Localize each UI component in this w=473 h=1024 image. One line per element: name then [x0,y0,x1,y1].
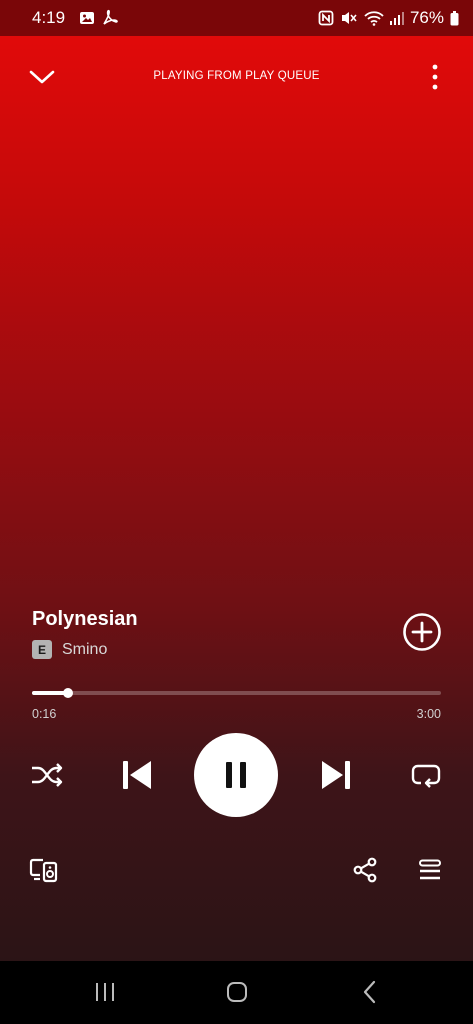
recents-icon[interactable] [90,979,120,1005]
pdf-icon [101,9,119,27]
home-icon[interactable] [222,979,252,1005]
skip-next-icon[interactable] [319,758,353,792]
more-vertical-icon[interactable] [431,64,439,90]
queue-icon[interactable] [416,856,444,884]
artist-name[interactable]: Smino [62,641,107,659]
track-title[interactable]: Polynesian [32,608,138,631]
status-bar-left: 4:19 [32,8,119,28]
status-bar-right: 76% [318,8,459,28]
shuffle-icon[interactable] [30,760,64,790]
progress-track[interactable] [32,691,441,695]
share-icon[interactable] [351,856,379,884]
elapsed-time: 0:16 [32,707,57,721]
pause-icon [224,761,248,789]
explicit-badge: E [32,640,52,659]
bottom-actions [0,850,473,890]
progress-handle[interactable] [63,688,73,698]
back-icon[interactable] [355,979,385,1005]
playing-from-label: PLAYING FROM PLAY QUEUE [153,70,320,82]
track-info: Polynesian E Smino [32,606,442,659]
signal-icon [389,11,404,25]
connect-devices-icon[interactable] [28,856,60,884]
repeat-icon[interactable] [409,760,443,790]
battery-icon [450,10,459,26]
wifi-icon [364,10,384,26]
total-time: 3:00 [416,707,441,721]
status-time: 4:19 [32,8,66,27]
mute-icon [340,10,358,26]
nfc-icon [318,10,334,26]
player-header: PLAYING FROM PLAY QUEUE [0,36,473,118]
pause-button[interactable] [194,733,278,817]
gallery-icon [79,10,95,26]
status-bar: 4:19 76% [0,0,473,36]
add-circle-icon[interactable] [402,612,442,652]
track-meta: E Smino [32,640,107,659]
progress-bar[interactable]: 0:16 3:00 [32,687,441,727]
skip-previous-icon[interactable] [120,758,154,792]
battery-percent: 76% [409,8,444,27]
playback-controls [0,730,473,820]
now-playing-screen: PLAYING FROM PLAY QUEUE Polynesian E Smi… [0,36,473,961]
navigation-bar [0,961,473,1024]
